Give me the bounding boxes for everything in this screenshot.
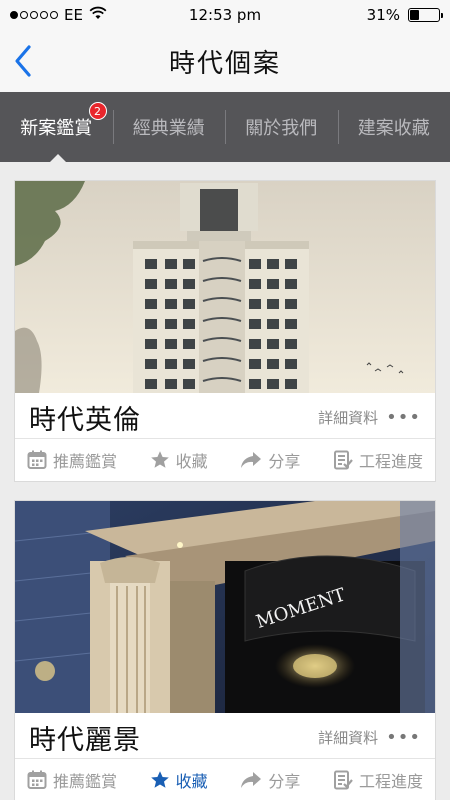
share-button[interactable]: 分享	[240, 768, 300, 792]
chevron-left-icon	[15, 45, 31, 77]
tab-bar: 新案鑑賞 2 經典業績 關於我們 建案收藏	[0, 92, 450, 163]
calendar-icon	[27, 770, 47, 789]
share-icon	[241, 772, 262, 788]
checklist-icon	[333, 770, 353, 790]
carrier-name: EE	[64, 6, 83, 24]
favorite-label: 收藏	[175, 772, 208, 791]
tab-label: 新案鑑賞	[20, 118, 93, 139]
tab-favorites[interactable]: 建案收藏	[337, 92, 450, 162]
recommend-label: 推薦鑑賞	[53, 452, 118, 471]
tab-about-us[interactable]: 關於我們	[225, 92, 338, 162]
card-title-row: 時代麗景 詳細資料 •••	[15, 713, 435, 759]
battery-level	[410, 10, 419, 20]
status-right: 31%	[366, 6, 443, 24]
page-title: 時代個案	[168, 48, 281, 79]
project-card: MOMENT 時代麗景 詳細資料 ••• 推薦鑑賞 收藏 分享 工程進度	[14, 500, 436, 800]
favorite-label: 收藏	[175, 452, 208, 471]
card-title-row: 時代英倫 詳細資料 •••	[15, 393, 435, 439]
recommend-button[interactable]: 推薦鑑賞	[27, 768, 117, 792]
favorite-button[interactable]: 收藏	[150, 448, 208, 472]
tab-classic-works[interactable]: 經典業績	[112, 92, 226, 162]
share-label: 分享	[268, 452, 301, 471]
calendar-icon	[27, 450, 47, 469]
star-icon	[150, 451, 169, 468]
progress-label: 工程進度	[358, 452, 423, 471]
navigation-bar: 時代個案	[0, 30, 450, 92]
project-image[interactable]: MOMENT	[15, 501, 435, 713]
card-actions: 推薦鑑賞 收藏 分享 工程進度	[15, 439, 435, 481]
share-label: 分享	[268, 772, 301, 791]
wifi-icon	[89, 6, 107, 24]
share-button[interactable]: 分享	[240, 448, 300, 472]
status-left: EE	[10, 6, 107, 24]
details-link[interactable]: 詳細資料 •••	[318, 407, 421, 428]
star-icon	[150, 771, 169, 788]
recommend-label: 推薦鑑賞	[53, 772, 118, 791]
battery-percent: 31%	[366, 6, 400, 24]
more-icon: •••	[386, 407, 421, 428]
status-bar: EE 12:53 pm 31%	[0, 0, 450, 30]
signal-strength-icon	[10, 11, 58, 19]
recommend-button[interactable]: 推薦鑑賞	[27, 448, 117, 472]
tab-label: 關於我們	[245, 118, 318, 139]
battery-icon	[408, 8, 443, 22]
project-title: 時代英倫	[29, 405, 141, 436]
project-card: 時代英倫 詳細資料 ••• 推薦鑑賞 收藏 分享 工程進度	[14, 180, 436, 482]
details-label: 詳細資料	[318, 729, 379, 747]
tab-new-projects[interactable]: 新案鑑賞 2	[0, 92, 113, 162]
card-actions: 推薦鑑賞 收藏 分享 工程進度	[15, 759, 435, 800]
tab-label: 建案收藏	[357, 118, 430, 139]
details-label: 詳細資料	[318, 409, 379, 427]
project-list: 時代英倫 詳細資料 ••• 推薦鑑賞 收藏 分享 工程進度 MOMENT 時代麗…	[0, 162, 450, 800]
details-link[interactable]: 詳細資料 •••	[318, 727, 421, 748]
back-button[interactable]	[6, 42, 40, 80]
active-tab-indicator	[49, 154, 67, 163]
favorite-button[interactable]: 收藏	[150, 768, 208, 792]
checklist-icon	[333, 450, 353, 470]
progress-button[interactable]: 工程進度	[333, 448, 423, 472]
project-image[interactable]	[15, 181, 435, 393]
progress-label: 工程進度	[358, 772, 423, 791]
project-title: 時代麗景	[29, 725, 141, 756]
notification-badge: 2	[88, 102, 107, 120]
progress-button[interactable]: 工程進度	[333, 768, 423, 792]
more-icon: •••	[386, 727, 421, 748]
share-icon	[241, 452, 262, 468]
tab-label: 經典業績	[132, 118, 205, 139]
